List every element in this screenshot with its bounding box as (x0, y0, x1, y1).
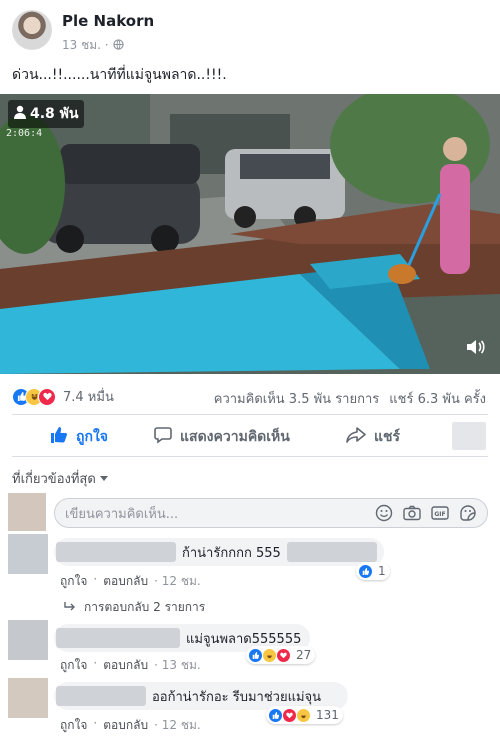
video-timestamp: 2:06:4 (6, 128, 43, 139)
like-button-label: ถูกใจ (76, 429, 108, 445)
comment-button[interactable]: แสดงความคิดเห็น (154, 426, 290, 448)
post-meta: 13 ชม. · (62, 36, 124, 55)
comment-input[interactable]: เขียนความคิดเห็น... GIF (54, 498, 488, 528)
comment-reaction-count: 27 (296, 648, 312, 662)
gif-icon[interactable]: GIF (431, 504, 449, 526)
haha-reaction-icon (262, 647, 277, 663)
comment-like-link[interactable]: ถูกใจ (60, 716, 87, 735)
comment-icon (154, 426, 172, 448)
reaction-icons (12, 387, 56, 406)
sticker-icon[interactable] (459, 504, 477, 526)
composer-icons: GIF (375, 504, 477, 526)
view-count: 4.8 พัน (8, 100, 85, 128)
like-reaction-icon (358, 563, 373, 579)
comment-reply-link[interactable]: ตอบกลับ (103, 572, 148, 591)
commenter-avatar[interactable] (8, 620, 48, 660)
commenter-name[interactable] (56, 542, 176, 562)
post-video[interactable]: 4.8 พัน 2:06:4 (0, 94, 500, 374)
person-icon (14, 105, 26, 123)
comment-time[interactable]: · 12 ชม. (154, 716, 201, 735)
comment-button-label: แสดงความคิดเห็น (180, 429, 290, 445)
post-time[interactable]: 13 ชม. · (62, 36, 109, 55)
comment-sort-label: ที่เกี่ยวข้องที่สุด (12, 472, 96, 487)
like-button[interactable]: ถูกใจ (50, 426, 108, 448)
current-user-avatar (8, 493, 46, 531)
author-name[interactable]: Ple Nakorn (62, 12, 154, 30)
action-bar: ถูกใจ แสดงความคิดเห็น แชร์ (0, 420, 500, 454)
comment-actions: ถูกใจ · ตอบกลับ · 12 ชม. (60, 716, 201, 735)
love-reaction-icon (282, 707, 297, 723)
emoji-icon[interactable] (375, 504, 393, 526)
comment-reaction-count: 131 (316, 708, 339, 722)
camera-icon[interactable] (403, 504, 421, 526)
comment-like-link[interactable]: ถูกใจ (60, 656, 87, 675)
video-frame (0, 94, 500, 374)
comment-reactions[interactable]: 27 (246, 646, 316, 664)
comment-time[interactable]: · 12 ชม. (154, 572, 201, 591)
author-avatar[interactable] (12, 10, 52, 50)
view-count-value: 4.8 พัน (30, 106, 79, 122)
love-reaction-icon (38, 387, 56, 406)
share-button-label: แชร์ (374, 429, 401, 445)
commenter-avatar[interactable] (8, 534, 48, 574)
comment-reactions[interactable]: 131 (266, 706, 343, 724)
post-stats: ความคิดเห็น 3.5 พัน รายการ แชร์ 6.3 พัน … (214, 388, 486, 409)
divider (12, 414, 488, 415)
comment-sort-dropdown[interactable]: ที่เกี่ยวข้องที่สุด (12, 468, 108, 489)
reactions-summary[interactable]: 7.4 หมื่น (12, 386, 114, 407)
volume-icon[interactable] (466, 338, 486, 360)
comment-reply-link[interactable]: ตอบกลับ (103, 716, 148, 735)
post-text: ด่วน...!!......นาทีที่แม่จูนพลาด..!!!. (12, 67, 227, 83)
comment-bubble: ก้าน่ารักกกก 555 (54, 538, 384, 566)
comment-like-link[interactable]: ถูกใจ (60, 572, 87, 591)
comment-actions: ถูกใจ · ตอบกลับ · 12 ชม. (60, 572, 201, 591)
thumbs-up-icon (50, 426, 68, 448)
like-reaction-icon (268, 707, 283, 723)
share-as-avatar[interactable] (452, 422, 486, 450)
love-reaction-icon (276, 647, 291, 663)
comment-text-redacted (286, 542, 377, 562)
globe-icon (112, 38, 124, 53)
comment-reaction-count: 1 (378, 564, 386, 578)
comment-actions: ถูกใจ · ตอบกลับ · 13 ชม. (60, 656, 201, 675)
comment-count[interactable]: ความคิดเห็น 3.5 พัน รายการ (214, 388, 379, 409)
share-arrow-icon (346, 427, 366, 447)
comment-time[interactable]: · 13 ชม. (154, 656, 201, 675)
view-replies-label: การตอบกลับ 2 รายการ (84, 600, 206, 614)
view-replies-link[interactable]: การตอบกลับ 2 รายการ (64, 598, 205, 617)
reply-arrow-icon (64, 601, 76, 615)
comment-input-placeholder: เขียนความคิดเห็น... (65, 506, 179, 522)
comment-reply-link[interactable]: ตอบกลับ (103, 656, 148, 675)
comment-reactions[interactable]: 1 (356, 562, 390, 580)
comment-text: ก้าน่ารักกกก 555 (182, 545, 281, 561)
share-button[interactable]: แชร์ (346, 426, 400, 448)
caret-down-icon (99, 471, 108, 486)
commenter-name[interactable] (56, 686, 146, 706)
commenter-name[interactable] (56, 628, 180, 648)
share-count[interactable]: แชร์ 6.3 พัน ครั้ง (389, 388, 486, 409)
svg-text:GIF: GIF (434, 511, 445, 518)
divider (12, 456, 488, 457)
commenter-avatar[interactable] (8, 678, 48, 718)
like-reaction-icon (248, 647, 263, 663)
comment-text: ออก้าน่ารักอะ รีบมาช่วยแม่จุน (152, 689, 322, 705)
haha-reaction-icon (296, 707, 311, 723)
reaction-count: 7.4 หมื่น (63, 390, 114, 405)
